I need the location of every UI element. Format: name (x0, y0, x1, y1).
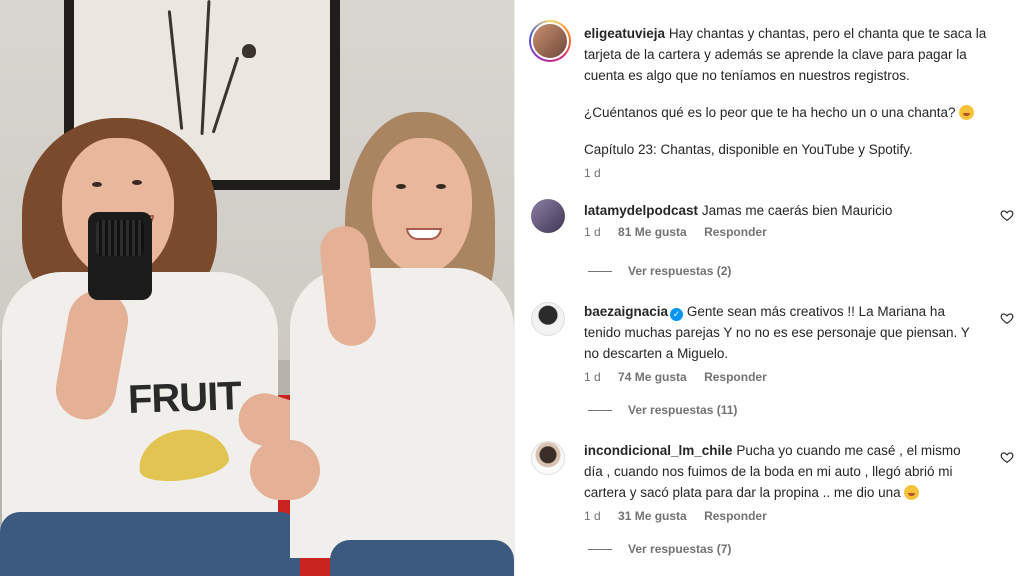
art-bud (242, 44, 256, 58)
comment-body: día , cuando nos fuimos de la boda en mi… (584, 464, 953, 479)
comment-meta: 1 d 74 Me gusta Responder (584, 370, 1004, 384)
question-text: ¿Cuéntanos qué es lo peor que te ha hech… (584, 105, 956, 120)
microphone-grill (96, 220, 144, 256)
smiling-emoji-icon (904, 485, 920, 500)
right-person-face (372, 138, 472, 274)
microphone (88, 212, 152, 300)
heart-outline-icon[interactable] (1000, 208, 1014, 222)
view-replies-label: Ver respuestas (7) (628, 542, 732, 556)
post-caption: eligeatuvieja Hay chantas y chantas, per… (584, 23, 1014, 180)
commenter-avatar[interactable] (531, 441, 565, 475)
reply-button[interactable]: Responder (704, 509, 767, 523)
comment-body: no descarten a Miguelo. (584, 346, 729, 361)
caption-line: eligeatuvieja Hay chantas y chantas, per… (584, 23, 1014, 44)
caption-line: tarjeta de la cartera y además se aprend… (584, 47, 967, 62)
comment-body: Pucha yo cuando me casé , el mismo (736, 443, 961, 458)
heart-outline-icon[interactable] (1000, 450, 1014, 464)
view-replies-label: Ver respuestas (2) (628, 264, 732, 278)
comment-likes[interactable]: 74 Me gusta (618, 370, 687, 384)
replies-divider (588, 409, 612, 411)
view-replies-label: Ver respuestas (11) (628, 403, 738, 417)
post-author-avatar[interactable] (529, 20, 571, 62)
comment-time: 1 d (584, 225, 601, 239)
comment-likes[interactable]: 81 Me gusta (618, 225, 687, 239)
right-person-shirt (290, 268, 514, 558)
comment-body-end: cartera y sacó plata para dar la propina… (584, 485, 901, 500)
caption-episode: Capítulo 23: Chantas, disponible en YouT… (584, 142, 913, 157)
comment-body: tenido muchas parejas Y no no es ese per… (584, 325, 970, 340)
comment-text: baezaignacia ✓ Gente sean más creativos !… (584, 301, 1004, 322)
view-replies-button[interactable]: Ver respuestas (2) (588, 264, 731, 278)
comment-text: latamydelpodcast Jamas me caerás bien Ma… (584, 200, 984, 221)
comment-username[interactable]: baezaignacia (584, 304, 668, 319)
comment-meta: 1 d 81 Me gusta Responder (584, 225, 984, 239)
view-replies-button[interactable]: Ver respuestas (7) (588, 542, 731, 556)
post-photo: FRUIT (0, 0, 514, 576)
replies-divider (588, 270, 612, 272)
comments-panel: eligeatuvieja Hay chantas y chantas, per… (514, 0, 1024, 576)
left-person-jeans (0, 512, 300, 576)
right-person-hand (250, 440, 320, 500)
right-person-eye (436, 184, 446, 189)
view-replies-button[interactable]: Ver respuestas (11) (588, 403, 737, 417)
left-person-eye (132, 180, 142, 185)
shirt-print: FRUIT (127, 374, 242, 422)
comment-username[interactable]: latamydelpodcast (584, 203, 698, 218)
caption-question: ¿Cuéntanos qué es lo peor que te ha hech… (584, 102, 1014, 123)
comment-body: cartera y sacó plata para dar la propina… (584, 482, 1004, 503)
reply-button[interactable]: Responder (704, 225, 767, 239)
heart-outline-icon[interactable] (1000, 311, 1014, 325)
commenter-avatar[interactable] (531, 199, 565, 233)
left-person-eye (92, 182, 102, 187)
commenter-avatar[interactable] (531, 302, 565, 336)
caption-text: Hay chantas y chantas, pero el chanta qu… (668, 26, 987, 41)
verified-badge-icon: ✓ (670, 308, 684, 321)
comment-body: Gente sean más creativos !! La Mariana h… (686, 304, 945, 319)
comment-time: 1 d (584, 509, 601, 523)
comment-text: incondicional_lm_chile Pucha yo cuando m… (584, 440, 1004, 461)
caption-line: cuenta es algo que no teníamos en nuestr… (584, 68, 910, 83)
comment-3: incondicional_lm_chile Pucha yo cuando m… (584, 440, 1004, 523)
replies-divider (588, 548, 612, 550)
comment-2: baezaignacia ✓ Gente sean más creativos !… (584, 301, 1004, 384)
comment-time: 1 d (584, 370, 601, 384)
comment-body: Jamas me caerás bien Mauricio (701, 203, 893, 218)
comment-meta: 1 d 31 Me gusta Responder (584, 509, 1004, 523)
right-person-jeans (330, 540, 514, 576)
reply-button[interactable]: Responder (704, 370, 767, 384)
comment-1: latamydelpodcast Jamas me caerás bien Ma… (584, 200, 984, 239)
smiling-emoji-icon (959, 105, 975, 120)
post-time: 1 d (584, 166, 601, 180)
comment-likes[interactable]: 31 Me gusta (618, 509, 687, 523)
avatar-image (531, 22, 569, 60)
post-username[interactable]: eligeatuvieja (584, 26, 665, 41)
comment-username[interactable]: incondicional_lm_chile (584, 443, 733, 458)
right-person-eye (396, 184, 406, 189)
